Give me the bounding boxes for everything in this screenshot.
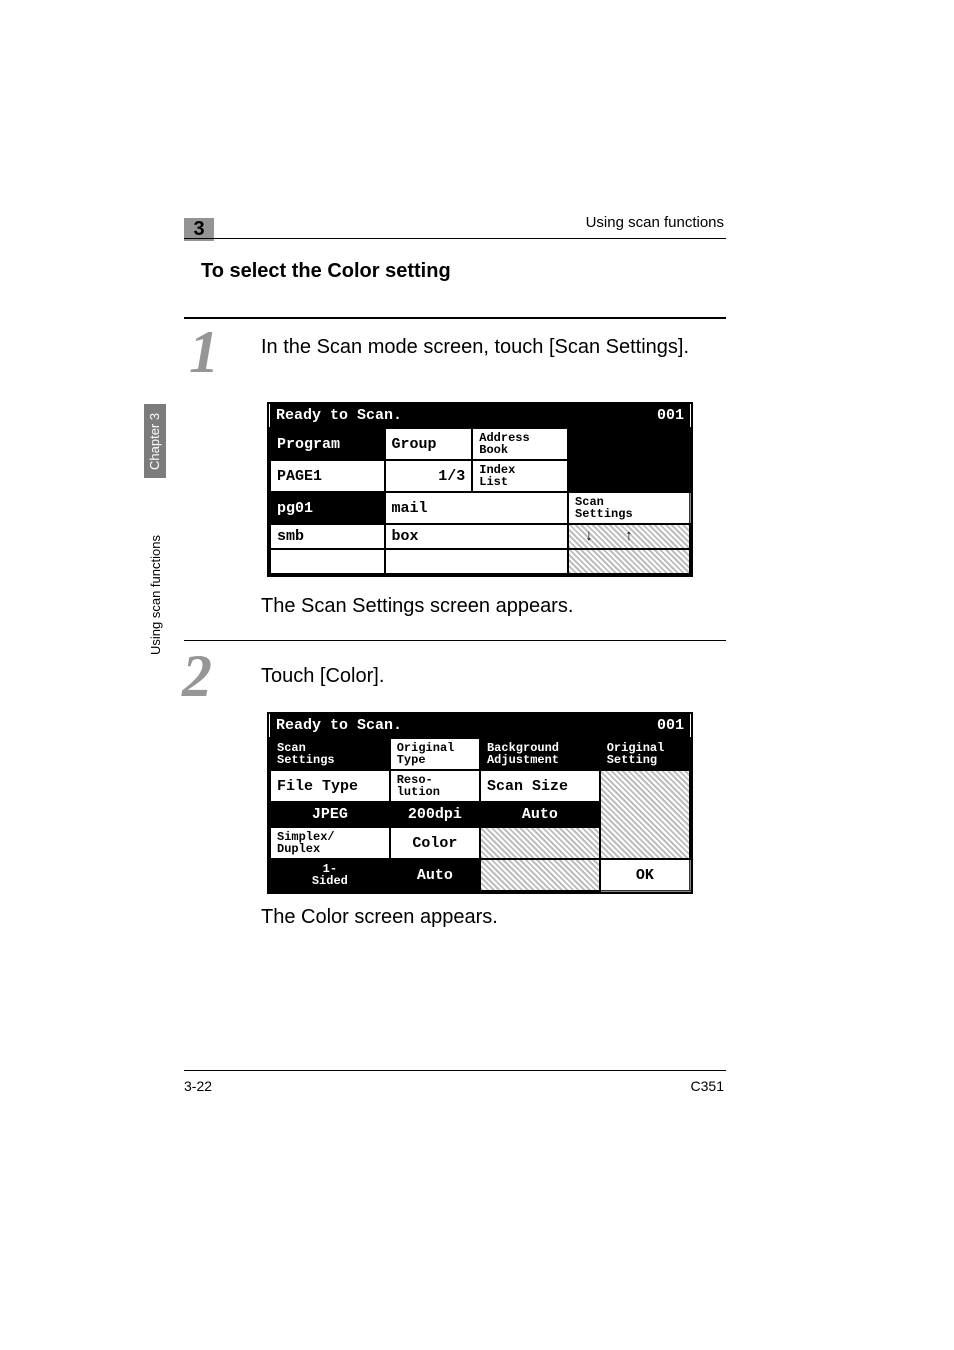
tab-scan-settings[interactable]: Scan Settings <box>270 738 390 770</box>
sidebar-functions-label: Using scan functions <box>148 535 163 655</box>
dest-empty-2 <box>385 549 569 574</box>
dest-empty-1 <box>270 549 385 574</box>
color-label: Color <box>390 827 480 859</box>
lcd2-counter: 001 <box>600 714 690 738</box>
lcd2-title: Ready to Scan. <box>270 714 600 738</box>
section-rule-2 <box>184 640 726 641</box>
tab-original-type[interactable]: Original Type <box>390 738 480 770</box>
arrow-down-icon[interactable]: ↓ <box>569 528 609 545</box>
step-1-result: The Scan Settings screen appears. <box>261 593 721 619</box>
color-value[interactable]: Auto <box>390 859 480 891</box>
step-number-1: 1 <box>189 318 219 387</box>
step-2-text: Touch [Color]. <box>261 663 721 689</box>
simplex-duplex-label: Simplex/ Duplex <box>270 827 390 859</box>
tab-program[interactable]: Program <box>270 428 385 460</box>
tab-original-setting[interactable]: Original Setting <box>600 738 690 770</box>
tab-group[interactable]: Group <box>385 428 473 460</box>
sidebar-chapter-label: Chapter 3 <box>147 413 162 470</box>
footer-model: C351 <box>691 1078 724 1094</box>
dest-box[interactable]: box <box>385 524 569 549</box>
step-2-result: The Color screen appears. <box>261 904 721 930</box>
index-list-button[interactable]: Index List <box>472 460 568 492</box>
lcd-scan-mode: Ready to Scan. 001 Program Group Address… <box>267 402 693 577</box>
resolution-label: Reso- lution <box>390 770 480 802</box>
page-label: PAGE1 <box>270 460 385 492</box>
dest-mail[interactable]: mail <box>385 492 569 524</box>
lcd1-blank-bottom <box>568 549 690 574</box>
ok-button[interactable]: OK <box>600 859 690 891</box>
tab-address-book[interactable]: Address Book <box>472 428 568 460</box>
page-number: 1/3 <box>385 460 473 492</box>
step-number-2: 2 <box>182 642 212 711</box>
resolution-value[interactable]: 200dpi <box>390 802 480 827</box>
arrow-up-icon[interactable]: ↑ <box>609 528 649 545</box>
scan-size-label: Scan Size <box>480 770 600 802</box>
header-rule <box>184 238 726 239</box>
step-1-text: In the Scan mode screen, touch [Scan Set… <box>261 334 721 360</box>
page-heading: To select the Color setting <box>201 260 451 283</box>
file-type-label: File Type <box>270 770 390 802</box>
simplex-duplex-value[interactable]: 1- Sided <box>270 859 390 891</box>
file-type-value[interactable]: JPEG <box>270 802 390 827</box>
header-section-title: Using scan functions <box>586 214 724 231</box>
lcd1-blank-top <box>568 428 690 460</box>
section-rule <box>184 317 726 319</box>
lcd2-blank-cell-2 <box>480 859 600 891</box>
dest-pg01[interactable]: pg01 <box>270 492 385 524</box>
lcd2-blank-cell <box>480 827 600 859</box>
footer-page-number: 3-22 <box>184 1078 212 1094</box>
lcd2-side-blank <box>600 770 690 859</box>
scan-size-value[interactable]: Auto <box>480 802 600 827</box>
scan-settings-button[interactable]: Scan Settings <box>568 492 690 524</box>
dest-smb[interactable]: smb <box>270 524 385 549</box>
lcd1-counter: 001 <box>568 404 690 428</box>
lcd-scan-settings: Ready to Scan. 001 Scan Settings Origina… <box>267 712 693 894</box>
lcd1-blank-top2 <box>568 460 690 492</box>
footer-rule <box>184 1070 726 1071</box>
tab-background-adjustment[interactable]: Background Adjustment <box>480 738 600 770</box>
lcd1-title: Ready to Scan. <box>270 404 568 428</box>
